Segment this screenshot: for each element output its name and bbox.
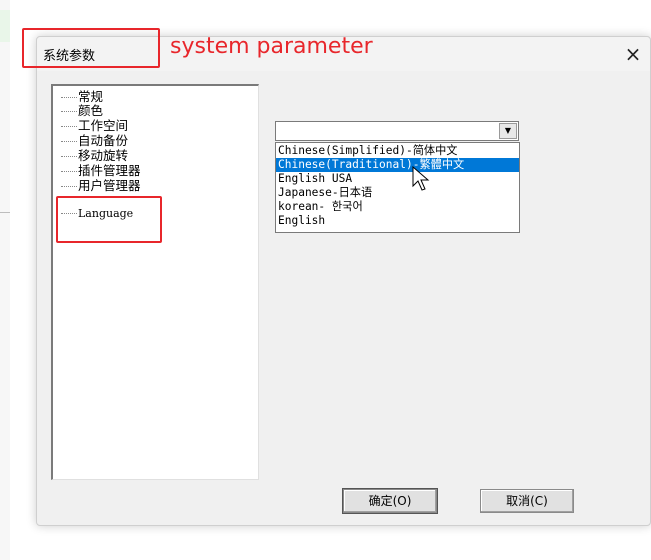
language-option-korean[interactable]: korean- 한국어: [276, 200, 519, 214]
language-combobox[interactable]: ▼: [275, 121, 519, 141]
annotation-box-language: [56, 196, 162, 243]
tree-item-user-manager[interactable]: 用户管理器: [61, 179, 141, 193]
background-divider: [0, 212, 10, 213]
tree-connector: [61, 141, 77, 142]
tree-item-move-rotate[interactable]: 移动旋转: [61, 149, 128, 163]
annotation-label: system parameter: [170, 34, 373, 59]
language-option-english-usa[interactable]: English USA: [276, 172, 519, 186]
background-window-edge: [0, 0, 10, 560]
language-option-chinese-simplified[interactable]: Chinese(Simplified)-简体中文: [276, 144, 519, 158]
close-button[interactable]: ×: [620, 41, 646, 67]
language-dropdown-list[interactable]: Chinese(Simplified)-简体中文 Chinese(Traditi…: [275, 142, 520, 233]
cancel-button[interactable]: 取消(C): [480, 489, 574, 513]
tree-item-plugin-manager[interactable]: 插件管理器: [61, 164, 141, 178]
tree-item-general[interactable]: 常规: [61, 90, 103, 104]
system-parameters-dialog: 系统参数 × 常规 颜色 工作空间 自动备份 移动旋转 插件管理器 用户管理器 …: [36, 36, 651, 526]
tree-connector: [61, 111, 77, 112]
tree-connector: [61, 126, 77, 127]
tree-item-colors[interactable]: 颜色: [61, 104, 103, 118]
settings-category-tree[interactable]: 常规 颜色 工作空间 自动备份 移动旋转 插件管理器 用户管理器 Languag…: [51, 84, 259, 480]
background-window-highlight: [0, 10, 10, 42]
tree-item-workspace[interactable]: 工作空间: [61, 119, 128, 133]
screenshot-stage: 系统参数 × 常规 颜色 工作空间 自动备份 移动旋转 插件管理器 用户管理器 …: [0, 0, 651, 560]
language-option-chinese-traditional[interactable]: Chinese(Traditional)-繁體中文: [276, 158, 519, 172]
ok-button[interactable]: 确定(O): [342, 488, 438, 514]
tree-connector: [61, 186, 77, 187]
mouse-pointer-icon: [412, 166, 430, 191]
tree-connector: [61, 156, 77, 157]
tree-connector: [61, 97, 77, 98]
annotation-box-title: [22, 28, 160, 68]
tree-connector: [61, 171, 77, 172]
tree-item-auto-backup[interactable]: 自动备份: [61, 134, 128, 148]
close-icon: ×: [624, 42, 642, 66]
language-option-english[interactable]: English: [276, 214, 519, 228]
language-option-japanese[interactable]: Japanese-日本语: [276, 186, 519, 200]
dropdown-arrow-icon[interactable]: ▼: [499, 123, 517, 139]
